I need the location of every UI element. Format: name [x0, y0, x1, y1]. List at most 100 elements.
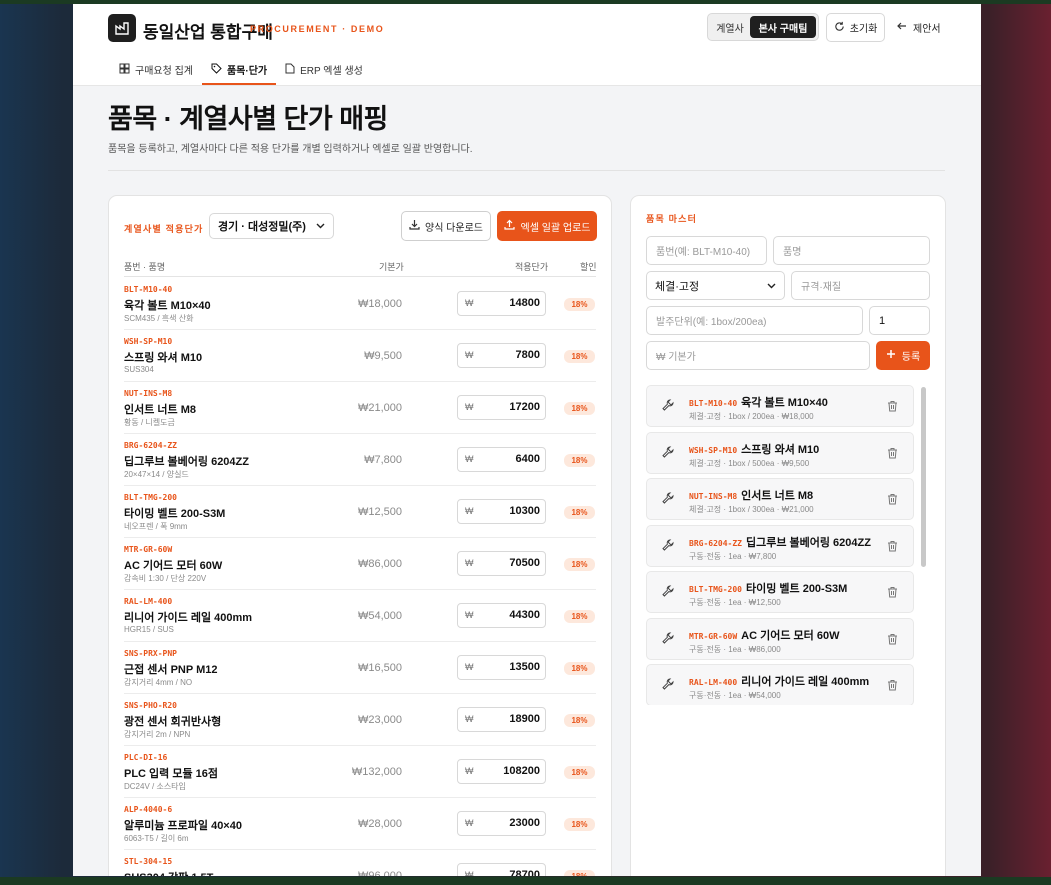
base-price-input[interactable]: ₩ 기본가	[646, 341, 870, 370]
tab-erp-excel[interactable]: ERP 엑셀 생성	[276, 54, 372, 85]
item-code: WSH-SP-M10	[124, 337, 173, 346]
factory-logo-icon	[108, 14, 136, 42]
item-name: SUS304 강판 1.5T	[124, 869, 213, 876]
column-applied-price: 적용단가	[515, 262, 549, 272]
discount-badge: 18%	[564, 350, 595, 363]
applied-price-input[interactable]: ₩44300	[457, 603, 546, 628]
table-row: NUT-INS-M8 인서트 너트 M8 황동 / 니켈도금 ₩21,000 ₩…	[124, 382, 596, 434]
item-code: RAL-LM-400	[124, 597, 173, 606]
spec-input[interactable]: 규격·재질	[791, 271, 930, 300]
applied-price-input[interactable]: ₩108200	[457, 759, 546, 784]
applied-price-input[interactable]: ₩14800	[457, 291, 546, 316]
discount-badge: 18%	[564, 870, 595, 876]
applied-price-input[interactable]: ₩18900	[457, 707, 546, 732]
currency-symbol: ₩	[465, 298, 474, 308]
base-price: ₩28,000	[357, 818, 402, 830]
wrench-icon	[662, 538, 674, 556]
code-input[interactable]: 품번(예: BLT-M10-40)	[646, 236, 767, 265]
item-code: BRG-6204-ZZ	[124, 441, 177, 450]
master-list-item[interactable]: BLT-M10-40 육각 볼트 M10×40 체결·고정 · 1box / 20…	[646, 385, 914, 427]
list-scrollbar[interactable]	[921, 387, 926, 567]
applied-price-input[interactable]: ₩10300	[457, 499, 546, 524]
master-list-item[interactable]: BLT-TMG-200 타이밍 벨트 200-S3M 구동·전동 · 1ea · …	[646, 571, 914, 613]
reset-label: 초기화	[849, 24, 878, 35]
item-name: 알루미늄 프로파일 40×40	[124, 820, 242, 832]
base-price: ₩12,500	[357, 506, 402, 518]
quantity-input[interactable]: 1	[869, 306, 930, 335]
column-discount: 할인	[580, 262, 597, 272]
master-list-item[interactable]: RAL-LM-400 리니어 가이드 레일 400mm 구동·전동 · 1ea ·…	[646, 664, 914, 705]
applied-price-input[interactable]: ₩17200	[457, 395, 546, 420]
base-price: ₩18,000	[357, 298, 402, 310]
tab-request-summary[interactable]: 구매요청 집계	[110, 54, 202, 85]
discount-badge: 18%	[564, 402, 595, 415]
table-row: MTR-GR-60W AC 기어드 모터 60W 감속비 1:30 / 단상 2…	[124, 538, 596, 590]
currency-symbol: ₩	[465, 870, 474, 876]
reset-button[interactable]: 초기화	[826, 13, 885, 42]
name-input[interactable]: 품명	[773, 236, 930, 265]
applied-price-input[interactable]: ₩70500	[457, 551, 546, 576]
arrow-left-icon	[897, 21, 907, 34]
table-row: PLC-DI-16 PLC 입력 모듈 16점 DC24V / 소스타입 ₩13…	[124, 746, 596, 798]
table-row: BLT-M10-40 육각 볼트 M10×40 SCM435 / 흑색 산화 ₩…	[124, 278, 596, 330]
column-base-price: 기본가	[379, 262, 404, 272]
master-list-item[interactable]: MTR-GR-60W AC 기어드 모터 60W 구동·전동 · 1ea · ₩8…	[646, 617, 914, 660]
item-name: 육각 볼트 M10×40	[124, 300, 211, 312]
master-list-item[interactable]: NUT-INS-M8 인서트 너트 M8 체결·고정 · 1box / 300ea…	[646, 478, 914, 520]
applied-price-input[interactable]: ₩7800	[457, 343, 546, 368]
applied-price-value: 108200	[503, 765, 540, 777]
item-spec: 20×47×14 / 양실드	[124, 470, 189, 479]
category-select[interactable]: 체결·고정	[646, 271, 785, 300]
trash-icon[interactable]	[887, 492, 898, 510]
item-name: 광전 센서 회귀반사형	[124, 716, 222, 728]
page-subtitle: 품목을 등록하고, 계열사마다 다른 적용 단가를 개별 입력하거나 엑셀로 일…	[108, 144, 473, 155]
role-hq-button[interactable]: 본사 구매팀	[750, 16, 816, 38]
proposal-link[interactable]: 제안서	[897, 13, 941, 42]
master-item-code: WSH-SP-M10	[689, 445, 738, 455]
trash-icon[interactable]	[887, 632, 898, 650]
applied-price-input[interactable]: ₩6400	[457, 447, 546, 472]
register-label: 등록	[901, 352, 921, 363]
trash-icon[interactable]	[887, 399, 898, 417]
template-download-button[interactable]: 양식 다운로드	[401, 211, 491, 241]
master-list-item[interactable]: BRG-6204-ZZ 딥그루브 볼베어링 6204ZZ 구동·전동 · 1ea …	[646, 524, 914, 567]
order-unit-input[interactable]: 발주단위(예: 1box/200ea)	[646, 306, 863, 335]
tab-label: 구매요청 집계	[135, 66, 193, 77]
applied-price-input[interactable]: ₩23000	[457, 811, 546, 836]
excel-upload-button[interactable]: 엑셀 일괄 업로드	[497, 211, 597, 241]
master-item-name: AC 기어드 모터 60W	[741, 629, 840, 642]
item-spec: 6063-T5 / 길이 6m	[124, 834, 189, 843]
column-item: 품번 · 품명	[124, 262, 166, 272]
applied-price-input[interactable]: ₩78700	[457, 863, 546, 876]
role-affiliate-button[interactable]: 계열사	[710, 16, 750, 38]
table-row: ALP-4040-6 알루미늄 프로파일 40×40 6063-T5 / 길이 …	[124, 798, 596, 850]
master-item-name: 딥그루브 볼베어링 6204ZZ	[745, 536, 871, 549]
currency-symbol: ₩	[465, 662, 474, 672]
item-code: MTR-GR-60W	[124, 545, 173, 554]
download-label: 양식 다운로드	[425, 222, 483, 234]
trash-icon[interactable]	[887, 585, 898, 603]
applied-price-input[interactable]: ₩13500	[457, 655, 546, 680]
applied-price-value: 6400	[515, 453, 540, 465]
trash-icon[interactable]	[887, 446, 898, 464]
register-button[interactable]: 등록	[876, 341, 930, 370]
currency-symbol: ₩	[465, 506, 474, 516]
master-item-title: NUT-INS-M8 인서트 너트 M8	[689, 487, 813, 503]
chevron-down-icon	[316, 220, 325, 232]
currency-symbol: ₩	[465, 454, 474, 464]
base-price: ₩7,800	[364, 454, 402, 466]
currency-symbol: ₩	[465, 818, 474, 828]
affiliate-select[interactable]: 경기 · 대성정밀(주)	[209, 213, 334, 239]
page-title: 품목 · 계열사별 단가 매핑	[108, 104, 388, 134]
table-row: BRG-6204-ZZ 딥그루브 볼베어링 6204ZZ 20×47×14 / …	[124, 434, 596, 486]
tab-items-prices[interactable]: 품목·단가	[201, 54, 277, 85]
master-item-name: 육각 볼트 M10×40	[741, 397, 828, 409]
trash-icon[interactable]	[887, 539, 898, 557]
trash-icon[interactable]	[887, 678, 898, 696]
bottom-border	[0, 877, 1051, 885]
upload-icon	[503, 219, 515, 233]
item-spec: 감지거리 4mm / NO	[124, 678, 193, 687]
item-spec: 감속비 1:30 / 단상 220V	[124, 574, 207, 583]
master-list-item[interactable]: WSH-SP-M10 스프링 와셔 M10 체결·고정 · 1box / 500e…	[646, 431, 914, 474]
header-divider	[124, 276, 596, 277]
